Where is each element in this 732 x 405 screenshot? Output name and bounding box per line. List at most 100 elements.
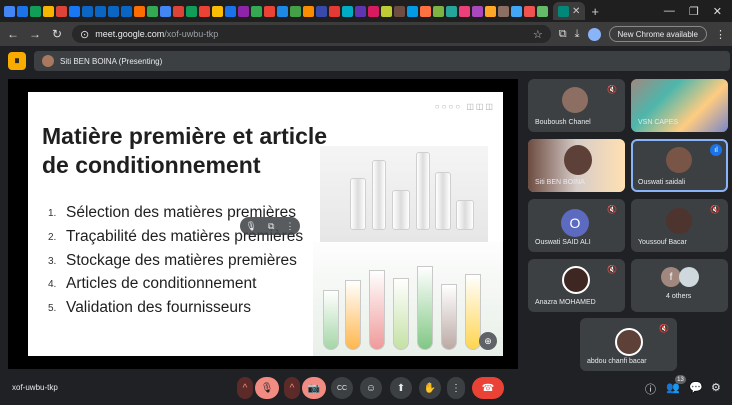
muted-mic-icon: 🔇 (710, 205, 720, 214)
tab-favicon-icon[interactable] (17, 5, 28, 17)
chat-icon[interactable]: 💬 (689, 381, 703, 394)
tab-favicon-icon[interactable] (316, 5, 327, 17)
emoji-button[interactable]: ☺ (360, 377, 382, 399)
tab-favicon-icon[interactable] (511, 5, 522, 17)
tab-favicon-icon[interactable] (147, 5, 158, 17)
tab-favicon-icon[interactable] (43, 5, 54, 17)
update-chrome-button[interactable]: New Chrome available (608, 26, 707, 42)
participant-name: Ouswati SAID ALI (535, 239, 591, 246)
present-button[interactable]: ⬆ (390, 377, 412, 399)
tab-favicon-icon[interactable] (381, 5, 392, 17)
tab-favicon-icon[interactable] (368, 5, 379, 17)
profile-avatar[interactable] (587, 27, 601, 41)
tab-favicon-icon[interactable] (160, 5, 171, 17)
camera-toggle-button[interactable]: 📷 (302, 377, 326, 399)
extensions-icon[interactable]: ⧉ (559, 28, 567, 41)
tab-favicon-icon[interactable] (56, 5, 67, 17)
tab-favicon-icon[interactable] (238, 5, 249, 17)
tab-favicon-icon[interactable] (121, 5, 132, 17)
tab-favicon-icon[interactable] (290, 5, 301, 17)
tab-favicon-icon[interactable] (95, 5, 106, 17)
emoji-icon: ☺ (365, 382, 377, 394)
active-tab[interactable]: ✕ (553, 2, 586, 20)
overlay-more-icon[interactable]: ⋮ (285, 221, 294, 232)
participant-tile[interactable]: O 🔇 Ouswati SAID ALI (528, 199, 625, 252)
tab-favicon-icon[interactable] (524, 5, 535, 17)
tab-favicon-icon[interactable] (498, 5, 509, 17)
tab-favicon-icon[interactable] (277, 5, 288, 17)
tab-favicon-icon[interactable] (199, 5, 210, 17)
new-tab-button[interactable]: + (591, 4, 599, 19)
tab-favicon-icon[interactable] (394, 5, 405, 17)
tab-favicon-icon[interactable] (173, 5, 184, 17)
activities-icon[interactable]: ⚙ (711, 381, 721, 394)
tab-favicon-icon[interactable] (4, 5, 15, 17)
participant-tile[interactable]: Siti BEN BOINA (528, 139, 625, 192)
mic-toggle-button[interactable]: 🎙 (255, 377, 279, 399)
participant-name: Youssouf Bacar (638, 239, 687, 246)
tab-favicon-icon[interactable] (407, 5, 418, 17)
tab-favicon-icon[interactable] (420, 5, 431, 17)
record-icon[interactable]: ⏸ (8, 52, 26, 70)
tab-favicon-icon[interactable] (472, 5, 483, 17)
list-number: 5. (48, 303, 57, 315)
tab-favicon-icon[interactable] (446, 5, 457, 17)
tab-favicon-icon[interactable] (30, 5, 41, 17)
tab-favicon-icon[interactable] (459, 5, 470, 17)
participant-name: Ouswati saidali (638, 179, 686, 186)
participant-tile[interactable]: ıl Ouswati saidali (631, 139, 728, 192)
tab-favicon-icon[interactable] (82, 5, 93, 17)
tab-favicon-icon[interactable] (355, 5, 366, 17)
tab-favicon-icon[interactable] (342, 5, 353, 17)
tab-favicon-icon[interactable] (485, 5, 496, 17)
muted-mic-icon: 🔇 (659, 324, 669, 333)
close-tab-icon[interactable]: ✕ (572, 6, 580, 17)
participant-tile[interactable]: 🔇 Bouboush Chanel (528, 79, 625, 132)
others-tile[interactable]: f 4 others (631, 259, 728, 312)
tab-favicon-icon[interactable] (186, 5, 197, 17)
forward-icon[interactable]: → (28, 27, 42, 41)
people-icon[interactable]: 👥 (666, 381, 680, 394)
maximize-button[interactable]: ❐ (689, 5, 699, 18)
info-icon[interactable]: ⓘ (645, 381, 656, 397)
download-icon[interactable]: ⤓ (575, 28, 580, 41)
participant-tile[interactable]: 🔇 Youssouf Bacar (631, 199, 728, 252)
mic-options-icon[interactable]: ^ (237, 377, 253, 399)
tab-favicon-icon[interactable] (251, 5, 262, 17)
minimize-button[interactable]: — (664, 5, 675, 18)
muted-mic-icon: 🔇 (607, 265, 617, 274)
tab-favicon-icon[interactable] (264, 5, 275, 17)
tab-favicon-icon[interactable] (329, 5, 340, 17)
bookmark-star-icon[interactable]: ☆ (533, 28, 543, 41)
tab-favicon-icon[interactable] (212, 5, 223, 17)
raise-hand-button[interactable]: ✋ (419, 377, 441, 399)
site-info-icon[interactable]: ⊙ (80, 28, 89, 41)
end-call-button[interactable]: ☎ (472, 377, 504, 399)
overlay-pin-icon[interactable]: ⧉ (268, 221, 274, 232)
tab-favicon-icon[interactable] (303, 5, 314, 17)
captions-button[interactable]: CC (331, 377, 353, 399)
slide-overlay-controls: 🎙 ⧉ ⋮ (240, 217, 300, 235)
reload-icon[interactable]: ↻ (50, 27, 64, 41)
tab-favicon-icon[interactable] (108, 5, 119, 17)
participant-tile[interactable]: 🔇 abdou chanfi bacar (580, 318, 677, 371)
more-options-button[interactable]: ⋮ (447, 377, 465, 399)
back-icon[interactable]: ← (6, 27, 20, 41)
meeting-code: xof-uwbu-tkp (12, 383, 58, 392)
menu-icon[interactable]: ⋮ (715, 28, 726, 41)
zoom-icon[interactable]: ⊕ (479, 332, 497, 350)
muted-mic-icon: 🔇 (607, 205, 617, 214)
tab-favicon-icon[interactable] (134, 5, 145, 17)
overlay-mute-icon[interactable]: 🎙 (246, 221, 257, 232)
tab-favicon-icon[interactable] (537, 5, 548, 17)
tab-favicon-icon[interactable] (433, 5, 444, 17)
participant-tile[interactable]: VSN CAPES (631, 79, 728, 132)
tab-favicon-icon[interactable] (69, 5, 80, 17)
close-window-button[interactable]: ✕ (713, 5, 722, 18)
others-count: 4 others (666, 293, 692, 300)
camera-options-icon[interactable]: ^ (284, 377, 300, 399)
url-input[interactable]: ⊙ meet.google.com/xof-uwbu-tkp ☆ (72, 25, 551, 43)
present-icon: ⬆ (396, 382, 406, 394)
tab-favicon-icon[interactable] (225, 5, 236, 17)
participant-tile[interactable]: 🔇 Anazra MOHAMED (528, 259, 625, 312)
